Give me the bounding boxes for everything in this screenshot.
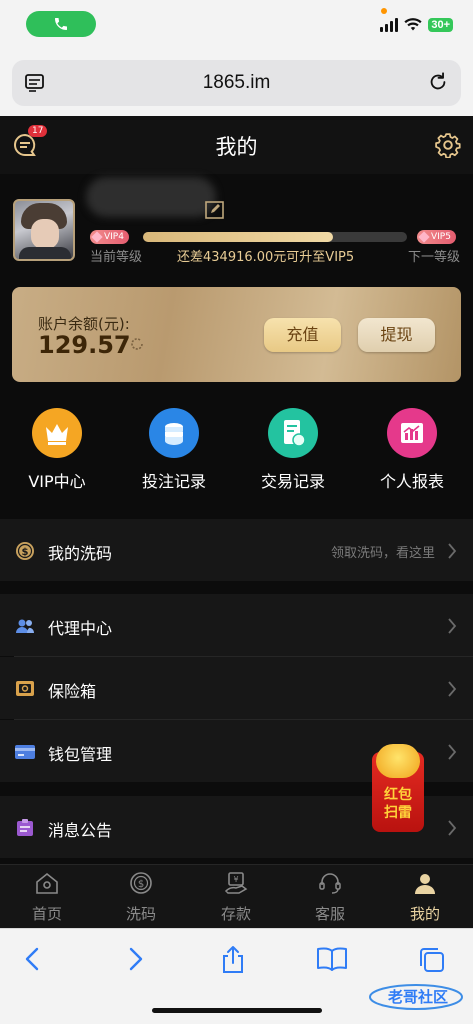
- red-packet-line1: 红包: [384, 787, 412, 803]
- tab-rebate[interactable]: $ 洗码: [94, 871, 188, 924]
- privacy-dot: [381, 8, 387, 14]
- gear-icon[interactable]: [435, 132, 461, 158]
- notice-label: 消息公告: [48, 821, 113, 840]
- battery-icon: 30+: [428, 18, 453, 32]
- cellular-signal-icon: [380, 18, 399, 32]
- vip-progress-bar: [143, 232, 407, 242]
- blurred-username: [86, 177, 216, 217]
- dollar-coin-icon: $: [16, 542, 34, 560]
- tab-customer-service[interactable]: 客服: [283, 871, 377, 924]
- chevron-right-icon: [448, 618, 457, 634]
- avatar[interactable]: [13, 199, 75, 261]
- personal-report-button[interactable]: 个人报表: [357, 408, 467, 492]
- agent-center-label: 代理中心: [48, 619, 113, 638]
- chevron-right-icon: [448, 681, 457, 697]
- next-vip-tag: VIP5: [417, 230, 456, 244]
- current-vip-tag: VIP4: [90, 230, 129, 244]
- vip-progress-fill: [143, 232, 334, 242]
- bookmarks-icon[interactable]: [315, 945, 349, 973]
- svg-text:老哥社区: 老哥社区: [387, 988, 448, 1006]
- current-level-label: 当前等级: [90, 250, 143, 265]
- menu-row-agent[interactable]: 代理中心: [0, 594, 473, 656]
- deposit-button[interactable]: 充值: [264, 318, 341, 352]
- bottom-tab-bar: 首页 $ 洗码 ¥ 存款 客服 我的: [0, 864, 473, 928]
- crown-icon: [32, 408, 82, 458]
- profile-section: VIP4 VIP5 当前等级 还差434916.00元可升至VIP5 下一等级: [0, 174, 473, 278]
- tab-mine[interactable]: 我的: [378, 871, 472, 924]
- headset-icon: [319, 873, 341, 894]
- balance-card: 账户余额(元): 129.57 充值 提现: [12, 287, 461, 382]
- svg-text:$: $: [138, 879, 144, 890]
- people-icon: [16, 619, 34, 633]
- phone-icon: [55, 18, 67, 30]
- tabs-icon[interactable]: [417, 945, 447, 975]
- share-icon[interactable]: [219, 945, 247, 975]
- status-bar: 30+: [0, 0, 473, 52]
- browser-address-area: 1865.im: [0, 52, 473, 116]
- wallet-management-label: 钱包管理: [48, 745, 113, 764]
- transaction-records-button[interactable]: 交易记录: [238, 408, 348, 492]
- forward-icon[interactable]: [124, 945, 146, 973]
- menu-row-rebate[interactable]: $ 我的洗码 领取洗码，看这里: [0, 519, 473, 581]
- balance-value: 129.57: [38, 331, 131, 359]
- notice-board-icon: [17, 819, 33, 836]
- chart-icon: [387, 408, 437, 458]
- chevron-right-icon: [448, 744, 457, 760]
- page-title: 我的: [215, 135, 258, 159]
- user-icon: [415, 874, 435, 894]
- menu-row-safe[interactable]: 保险箱: [0, 657, 473, 719]
- safe-icon: [16, 681, 34, 696]
- home-icon: [36, 872, 58, 894]
- bet-records-button[interactable]: 投注记录: [119, 408, 229, 492]
- diamond-icon: [91, 231, 103, 243]
- quick-actions: VIP中心 投注记录 交易记录 个人报表: [0, 400, 473, 504]
- svg-text:$: $: [22, 547, 29, 558]
- deposit-icon: ¥: [224, 872, 248, 894]
- withdraw-button[interactable]: 提现: [358, 318, 435, 352]
- edit-icon[interactable]: [205, 200, 225, 220]
- refresh-icon[interactable]: [129, 336, 145, 352]
- rebate-hint: 领取洗码，看这里: [330, 546, 435, 561]
- gold-coin-icon: [376, 744, 420, 778]
- reload-icon[interactable]: [427, 71, 449, 93]
- tab-deposit[interactable]: ¥ 存款: [189, 871, 283, 924]
- address-bar[interactable]: 1865.im: [12, 60, 461, 106]
- diamond-icon: [418, 231, 430, 243]
- safe-box-label: 保险箱: [48, 682, 97, 701]
- upgrade-message: 还差434916.00元可升至VIP5: [177, 250, 355, 265]
- rebate-label: 我的洗码: [48, 544, 113, 563]
- next-level-label: 下一等级: [407, 250, 460, 265]
- chevron-right-icon: [448, 543, 457, 559]
- wifi-icon: [404, 18, 422, 31]
- card-icon: [15, 745, 35, 759]
- watermark-logo: 老哥社区: [369, 984, 463, 1010]
- chevron-right-icon: [448, 820, 457, 836]
- home-indicator: [152, 1008, 322, 1013]
- coins-icon: [149, 408, 199, 458]
- red-packet-minesweeper-button[interactable]: 红包 扫雷: [372, 744, 424, 832]
- call-indicator[interactable]: [26, 11, 96, 37]
- url-text[interactable]: 1865.im: [12, 72, 461, 94]
- receipt-icon: [268, 408, 318, 458]
- svg-text:¥: ¥: [233, 875, 238, 884]
- dollar-circle-icon: $: [130, 872, 152, 894]
- back-icon[interactable]: [22, 945, 44, 973]
- app-header: 17 我的: [0, 116, 473, 174]
- vip-center-button[interactable]: VIP中心: [2, 408, 112, 492]
- red-packet-line2: 扫雷: [384, 805, 412, 821]
- tab-home[interactable]: 首页: [0, 871, 94, 924]
